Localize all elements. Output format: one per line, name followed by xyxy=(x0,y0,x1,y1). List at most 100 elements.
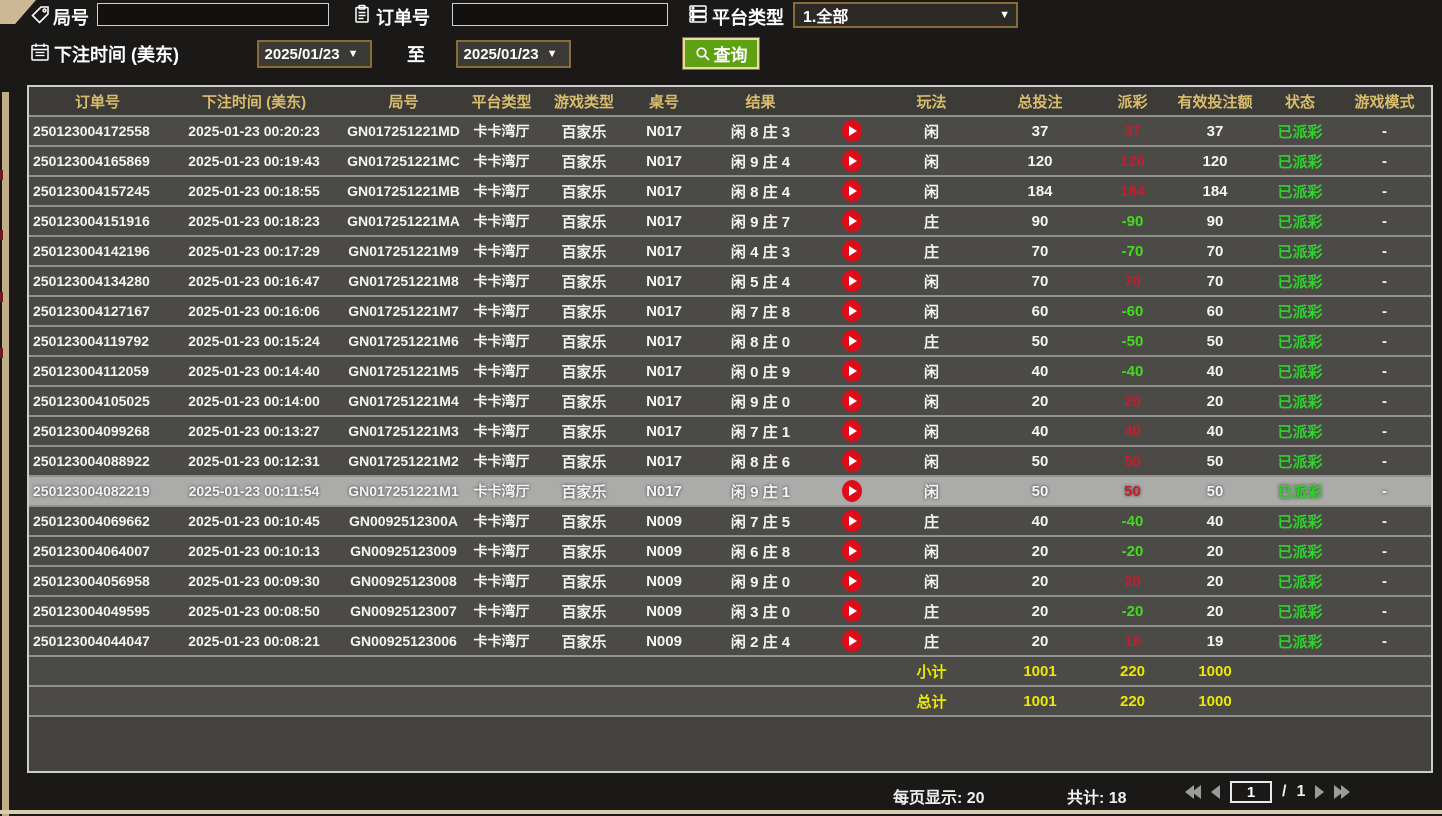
cell-time: 2025-01-23 00:14:00 xyxy=(166,387,342,415)
table-row[interactable]: 2501230040696622025-01-23 00:10:45GN0092… xyxy=(29,505,1431,535)
play-button[interactable] xyxy=(842,390,862,412)
chevron-down-icon: ▼ xyxy=(543,48,564,60)
left-edge-strip xyxy=(2,92,9,816)
cell-play xyxy=(823,627,880,655)
table-row[interactable]: 2501230040822192025-01-23 00:11:54GN0172… xyxy=(29,475,1431,505)
table-row[interactable]: 2501230041120592025-01-23 00:14:40GN0172… xyxy=(29,355,1431,385)
play-button[interactable] xyxy=(842,270,862,292)
cell-round: GN017251221M3 xyxy=(342,417,465,445)
play-button[interactable] xyxy=(842,180,862,202)
pagination-prev[interactable] xyxy=(1211,785,1220,799)
cell-side: 闲 xyxy=(880,147,983,175)
table-row[interactable]: 2501230041197922025-01-23 00:15:24GN0172… xyxy=(29,325,1431,355)
cell-platform xyxy=(465,687,538,715)
play-button[interactable] xyxy=(842,150,862,172)
cell-side: 庄 xyxy=(880,237,983,265)
cell-order: 250123004044047 xyxy=(29,627,166,655)
page-input[interactable]: 1 xyxy=(1230,781,1272,803)
play-button[interactable] xyxy=(842,540,862,562)
cell-result: 闲 2 庄 4 xyxy=(698,627,823,655)
play-button[interactable] xyxy=(842,300,862,322)
cell-valid: 37 xyxy=(1168,117,1262,145)
cell-mode: - xyxy=(1338,537,1431,565)
date-from-select[interactable]: 2025/01/23 ▼ xyxy=(257,40,372,68)
cell-valid: 20 xyxy=(1168,597,1262,625)
table-row[interactable]: 2501230040992682025-01-23 00:13:27GN0172… xyxy=(29,415,1431,445)
play-button[interactable] xyxy=(842,360,862,382)
cell-totalBet: 120 xyxy=(983,147,1097,175)
play-button[interactable] xyxy=(842,330,862,352)
table-header: 订单号下注时间 (美东)局号平台类型游戏类型桌号结果玩法总投注派彩有效投注额状态… xyxy=(29,87,1431,115)
table-row[interactable]: 2501230040440472025-01-23 00:08:21GN0092… xyxy=(29,625,1431,655)
cell-game: 百家乐 xyxy=(538,447,630,475)
col-header-game: 游戏类型 xyxy=(538,87,630,115)
search-button[interactable]: 查询 xyxy=(683,38,759,69)
play-icon xyxy=(849,186,857,196)
cell-mode: - xyxy=(1338,417,1431,445)
cell-order: 250123004134280 xyxy=(29,267,166,295)
play-button[interactable] xyxy=(842,600,862,622)
pagination-first[interactable] xyxy=(1185,785,1201,799)
play-button[interactable] xyxy=(842,240,862,262)
cell-payout: -20 xyxy=(1097,597,1168,625)
table-row[interactable]: 2501230040569582025-01-23 00:09:30GN0092… xyxy=(29,565,1431,595)
table-row[interactable]: 2501230041519162025-01-23 00:18:23GN0172… xyxy=(29,205,1431,235)
cell-platform: 卡卡湾厅 xyxy=(465,387,538,415)
cell-time: 2025-01-23 00:10:13 xyxy=(166,537,342,565)
play-icon xyxy=(849,636,857,646)
cell-platform: 卡卡湾厅 xyxy=(465,537,538,565)
col-header-valid: 有效投注额 xyxy=(1168,87,1262,115)
play-button[interactable] xyxy=(842,450,862,472)
cell-time: 2025-01-23 00:14:40 xyxy=(166,357,342,385)
cell-side: 闲 xyxy=(880,567,983,595)
cell-platform: 卡卡湾厅 xyxy=(465,567,538,595)
table-row[interactable]: 2501230041572452025-01-23 00:18:55GN0172… xyxy=(29,175,1431,205)
date-from-value: 2025/01/23 xyxy=(265,46,340,63)
table-row[interactable]: 2501230040640072025-01-23 00:10:13GN0092… xyxy=(29,535,1431,565)
table-body: 2501230041725582025-01-23 00:20:23GN0172… xyxy=(29,115,1431,773)
platform-type-label: 平台类型 xyxy=(712,4,784,30)
grandtotal-row: 总计10012201000 xyxy=(29,685,1431,715)
order-input[interactable] xyxy=(452,3,668,26)
col-header-platform: 平台类型 xyxy=(465,87,538,115)
play-button[interactable] xyxy=(842,630,862,652)
cell-side: 庄 xyxy=(880,327,983,355)
table-row[interactable]: 2501230040495952025-01-23 00:08:50GN0092… xyxy=(29,595,1431,625)
round-input[interactable] xyxy=(97,3,329,26)
play-button[interactable] xyxy=(842,570,862,592)
cell-side: 庄 xyxy=(880,597,983,625)
cell-result: 闲 0 庄 9 xyxy=(698,357,823,385)
col-header-result: 结果 xyxy=(698,87,823,115)
cell-side: 闲 xyxy=(880,117,983,145)
cell-play xyxy=(823,387,880,415)
cell-tableNo: N017 xyxy=(630,357,698,385)
play-button[interactable] xyxy=(842,420,862,442)
play-button[interactable] xyxy=(842,120,862,142)
table-row[interactable]: 2501230041725582025-01-23 00:20:23GN0172… xyxy=(29,115,1431,145)
cell-platform: 卡卡湾厅 xyxy=(465,267,538,295)
cell-round xyxy=(342,657,465,685)
play-button[interactable] xyxy=(842,480,862,502)
cell-play xyxy=(823,507,880,535)
cell-status xyxy=(1262,687,1338,715)
cell-totalBet: 40 xyxy=(983,507,1097,535)
play-button[interactable] xyxy=(842,510,862,532)
table-row[interactable]: 2501230041271672025-01-23 00:16:06GN0172… xyxy=(29,295,1431,325)
pagination-next[interactable] xyxy=(1315,785,1324,799)
cell-play xyxy=(823,417,880,445)
cell-payout: 50 xyxy=(1097,477,1168,505)
cell-result: 闲 7 庄 8 xyxy=(698,297,823,325)
pagination-last[interactable] xyxy=(1334,785,1350,799)
platform-select[interactable]: 1.全部 ▼ xyxy=(793,2,1018,28)
table-row[interactable]: 2501230041658692025-01-23 00:19:43GN0172… xyxy=(29,145,1431,175)
cell-totalBet: 50 xyxy=(983,477,1097,505)
table-row[interactable]: 2501230041050252025-01-23 00:14:00GN0172… xyxy=(29,385,1431,415)
table-row[interactable]: 2501230041421962025-01-23 00:17:29GN0172… xyxy=(29,235,1431,265)
date-to-select[interactable]: 2025/01/23 ▼ xyxy=(456,40,571,68)
table-row[interactable]: 2501230040889222025-01-23 00:12:31GN0172… xyxy=(29,445,1431,475)
table-row[interactable]: 2501230041342802025-01-23 00:16:47GN0172… xyxy=(29,265,1431,295)
play-button[interactable] xyxy=(842,210,862,232)
cell-game: 百家乐 xyxy=(538,567,630,595)
col-header-time: 下注时间 (美东) xyxy=(166,87,342,115)
cell-time: 2025-01-23 00:13:27 xyxy=(166,417,342,445)
